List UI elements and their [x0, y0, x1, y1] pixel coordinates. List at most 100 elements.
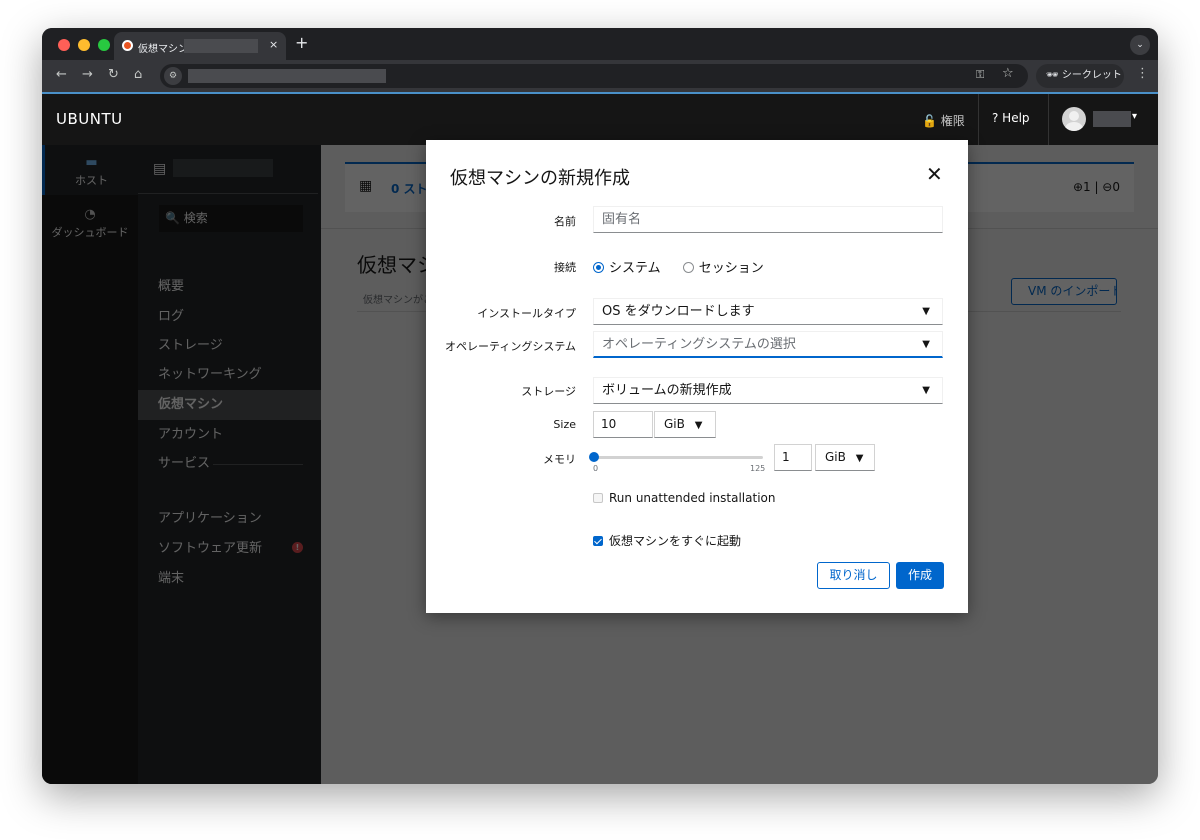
storage-label: ストレージ — [521, 385, 576, 398]
dashboard-gauge-icon: ◔ — [84, 207, 96, 222]
permissions-button[interactable]: 🔓 権限 — [922, 112, 965, 129]
home-icon[interactable]: ⌂ — [134, 67, 142, 82]
connection-radio-group: システム セッション — [593, 257, 764, 276]
browser-menu-icon[interactable]: ⋮ — [1136, 66, 1149, 81]
memory-unit-select[interactable]: GiB ▼ — [815, 444, 875, 471]
sidebar-item-overview[interactable]: 概要 — [138, 272, 321, 302]
radio-system[interactable]: システム — [593, 261, 661, 276]
update-alert-icon: ! — [292, 542, 303, 553]
tab-close-icon[interactable]: × — [269, 38, 278, 51]
avatar[interactable] — [1062, 107, 1086, 131]
memory-slider-min: 0 — [593, 464, 599, 473]
sidebar-nav: ▤ 🔍 検索 概要 ログ ストレージ ネットワーキング 仮想マシン アカウント … — [138, 145, 321, 784]
reload-icon[interactable]: ↻ — [108, 67, 119, 82]
chevron-down-icon: ▼ — [922, 385, 930, 396]
close-window-button[interactable] — [58, 39, 70, 51]
rail-item-dashboard[interactable]: ◔ ダッシュボード — [42, 197, 138, 247]
rail-host-label: ホスト — [75, 174, 108, 187]
incognito-badge[interactable]: 🕶 シークレット — [1036, 64, 1124, 88]
forward-icon[interactable]: → — [82, 67, 93, 82]
chevron-down-icon: ▼ — [922, 306, 930, 317]
redacted-hostname[interactable] — [173, 159, 273, 177]
storage-select[interactable]: ボリュームの新規作成 ▼ — [593, 377, 943, 404]
maximize-window-button[interactable] — [98, 39, 110, 51]
import-vm-button[interactable]: VM のインポート — [1011, 278, 1117, 305]
cancel-button[interactable]: 取り消し — [817, 562, 890, 589]
dialog-title: 仮想マシンの新規作成 — [450, 168, 630, 189]
os-label: オペレーティングシステム — [444, 340, 576, 353]
install-type-value: OS をダウンロードします — [602, 304, 755, 319]
nav-search-input[interactable]: 🔍 検索 — [159, 205, 303, 232]
start-vm-checkbox[interactable] — [593, 536, 603, 546]
sidebar-item-virtual-machines[interactable]: 仮想マシン — [138, 390, 321, 420]
minimize-window-button[interactable] — [78, 39, 90, 51]
size-label: Size — [553, 418, 576, 431]
install-type-label: インストールタイプ — [477, 307, 576, 320]
address-bar[interactable]: ⚙ ⚿ ☆ — [160, 64, 1028, 88]
memory-slider-thumb[interactable] — [589, 452, 600, 462]
help-button[interactable]: ? Help — [992, 111, 1030, 125]
back-icon[interactable]: ← — [56, 67, 67, 82]
ubuntu-favicon-icon — [122, 40, 133, 51]
size-unit-select[interactable]: GiB ▼ — [654, 411, 716, 438]
os-select[interactable]: オペレーティングシステムの選択 ▼ — [593, 331, 943, 358]
avatar-body — [1065, 122, 1083, 131]
create-button[interactable]: 作成 — [896, 562, 944, 589]
redacted-tab-text — [184, 39, 258, 53]
bookmark-star-icon[interactable]: ☆ — [1002, 66, 1014, 81]
size-input[interactable]: 10 — [593, 411, 653, 438]
new-tab-button[interactable]: + — [295, 33, 308, 52]
chevron-down-icon: ▼ — [855, 453, 864, 464]
os-placeholder: オペレーティングシステムの選択 — [602, 337, 796, 352]
app-masthead: UBUNTU 🔓 権限 ? Help ▾ — [42, 94, 1158, 145]
chevron-down-icon: ▼ — [694, 420, 703, 431]
server-icon: ▤ — [153, 161, 167, 177]
browser-titlebar: 仮想マシン - × + ⌄ — [42, 28, 1158, 60]
start-vm-checkbox-row[interactable]: 仮想マシンをすぐに起動 — [593, 532, 741, 549]
radio-system-indicator[interactable] — [593, 262, 604, 273]
tab-search-icon[interactable]: ⌄ — [1130, 35, 1150, 55]
avatar-head — [1069, 111, 1079, 121]
memory-slider-max: 125 — [750, 464, 766, 473]
sidebar-item-networking[interactable]: ネットワーキング — [138, 360, 321, 390]
sidebar-item-applications[interactable]: アプリケーション — [138, 504, 321, 534]
create-vm-dialog: 仮想マシンの新規作成 ✕ 名前 固有名 接続 システム セッション インストール… — [426, 140, 968, 613]
sidebar-item-storage[interactable]: ストレージ — [138, 331, 321, 361]
browser-tab[interactable]: 仮想マシン - × — [114, 32, 286, 60]
network-status-counts: ⊕1 | ⊖0 — [1072, 180, 1120, 194]
hostname-underline — [138, 193, 318, 194]
radio-session[interactable]: セッション — [682, 261, 764, 276]
size-unit-value: GiB — [664, 417, 685, 431]
incognito-label: シークレット — [1061, 70, 1122, 81]
rail-dashboard-label: ダッシュボード — [51, 226, 129, 239]
redacted-url — [188, 69, 386, 83]
memory-input[interactable]: 1 — [774, 444, 812, 471]
chevron-down-icon: ▼ — [922, 339, 930, 350]
unattended-checkbox[interactable] — [593, 493, 603, 503]
memory-slider[interactable] — [589, 452, 763, 462]
close-icon[interactable]: ✕ — [926, 162, 943, 186]
sidebar-item-logs[interactable]: ログ — [138, 302, 321, 332]
unattended-checkbox-row[interactable]: Run unattended installation — [593, 491, 775, 505]
radio-session-label[interactable]: セッション — [699, 261, 764, 276]
connection-label: 接続 — [554, 261, 576, 274]
brand-title: UBUNTU — [56, 110, 123, 128]
install-type-select[interactable]: OS をダウンロードします ▼ — [593, 298, 943, 325]
sidebar-item-accounts[interactable]: アカウント — [138, 420, 321, 450]
sidebar-item-terminal[interactable]: 端末 — [138, 564, 321, 594]
radio-session-indicator[interactable] — [682, 262, 694, 273]
name-label: 名前 — [554, 215, 576, 228]
start-vm-label[interactable]: 仮想マシンをすぐに起動 — [609, 534, 741, 548]
name-input[interactable]: 固有名 — [593, 206, 943, 233]
unattended-label[interactable]: Run unattended installation — [609, 491, 775, 505]
left-rail: ▬ ホスト ◔ ダッシュボード — [42, 145, 138, 784]
incognito-icon: 🕶 — [1046, 70, 1062, 81]
storage-value: ボリュームの新規作成 — [602, 383, 732, 398]
password-key-icon[interactable]: ⚿ — [976, 68, 984, 82]
user-menu-caret-icon[interactable]: ▾ — [1132, 111, 1137, 122]
masthead-divider — [978, 94, 979, 145]
rail-item-host[interactable]: ▬ ホスト — [42, 145, 138, 195]
radio-system-label[interactable]: システム — [609, 261, 661, 276]
redacted-username[interactable] — [1093, 111, 1131, 127]
site-info-icon[interactable]: ⚙ — [164, 67, 182, 85]
